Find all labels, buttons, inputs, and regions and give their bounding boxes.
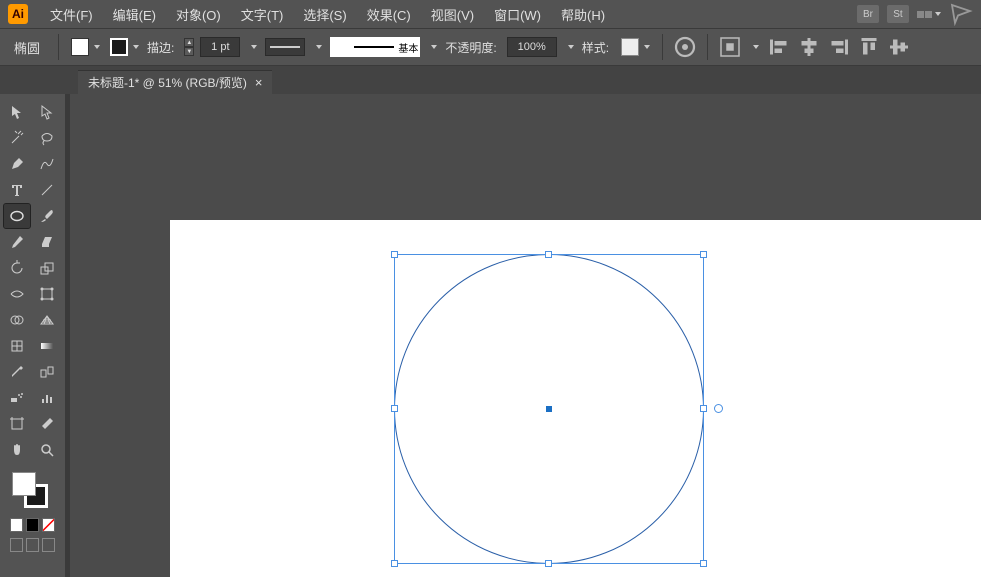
gpu-preview-icon[interactable] bbox=[949, 2, 973, 26]
stroke-weight-dropdown[interactable] bbox=[246, 43, 259, 51]
fill-indicator[interactable] bbox=[12, 472, 36, 496]
pencil-tool-icon[interactable] bbox=[4, 230, 30, 254]
line-segment-tool-icon[interactable] bbox=[34, 178, 60, 202]
draw-behind-icon[interactable] bbox=[26, 538, 39, 552]
free-transform-tool-icon[interactable] bbox=[34, 282, 60, 306]
opacity-dropdown[interactable] bbox=[563, 43, 576, 51]
zoom-tool-icon[interactable] bbox=[34, 438, 60, 462]
menu-view[interactable]: 视图(V) bbox=[421, 5, 484, 24]
align-flyout[interactable] bbox=[748, 43, 761, 51]
style-label: 样式: bbox=[582, 39, 609, 56]
stock-icon[interactable]: St bbox=[887, 5, 909, 23]
align-top-icon[interactable] bbox=[857, 35, 881, 59]
graphic-style-swatch[interactable] bbox=[619, 36, 652, 58]
menu-select[interactable]: 选择(S) bbox=[293, 5, 356, 24]
variable-width-dropdown[interactable] bbox=[311, 43, 324, 51]
perspective-grid-tool-icon[interactable] bbox=[34, 308, 60, 332]
brush-dropdown[interactable] bbox=[426, 43, 439, 51]
selection-tool-icon[interactable] bbox=[4, 100, 30, 124]
align-to-artboard-icon[interactable] bbox=[718, 35, 742, 59]
color-mode-color-icon[interactable] bbox=[10, 518, 23, 532]
arrange-documents-icon[interactable] bbox=[917, 2, 941, 26]
bridge-icon[interactable]: Br bbox=[857, 5, 879, 23]
column-graph-tool-icon[interactable] bbox=[34, 386, 60, 410]
blend-tool-icon[interactable] bbox=[34, 360, 60, 384]
handle-top-center[interactable] bbox=[545, 251, 552, 258]
canvas-area[interactable] bbox=[70, 94, 981, 577]
fill-color-swatch[interactable] bbox=[69, 36, 102, 58]
active-tool-label: 椭圆 bbox=[8, 38, 48, 57]
lasso-tool-icon[interactable] bbox=[34, 126, 60, 150]
menu-help[interactable]: 帮助(H) bbox=[551, 5, 615, 24]
gradient-tool-icon[interactable] bbox=[34, 334, 60, 358]
menu-effect[interactable]: 效果(C) bbox=[357, 5, 421, 24]
variable-width-profile[interactable] bbox=[265, 38, 305, 56]
hand-tool-icon[interactable] bbox=[4, 438, 30, 462]
opacity-label: 不透明度: bbox=[445, 39, 496, 56]
color-mode-row bbox=[4, 518, 61, 532]
pen-tool-icon[interactable] bbox=[4, 152, 30, 176]
app-logo: Ai bbox=[8, 4, 28, 24]
symbol-sprayer-tool-icon[interactable] bbox=[4, 386, 30, 410]
handle-bottom-center[interactable] bbox=[545, 560, 552, 567]
color-mode-gradient-icon[interactable] bbox=[26, 518, 39, 532]
mesh-tool-icon[interactable] bbox=[4, 334, 30, 358]
brush-definition[interactable]: 基本 bbox=[330, 37, 420, 57]
opacity-input[interactable]: 100% bbox=[507, 37, 557, 57]
color-mode-none-icon[interactable] bbox=[42, 518, 55, 532]
eraser-tool-icon[interactable] bbox=[34, 230, 60, 254]
recolor-artwork-icon[interactable] bbox=[673, 35, 697, 59]
fill-stroke-indicator[interactable] bbox=[12, 472, 48, 508]
document-tab-row: 未标题-1* @ 51% (RGB/预览) × bbox=[0, 66, 981, 94]
draw-normal-icon[interactable] bbox=[10, 538, 23, 552]
shape-builder-tool-icon[interactable] bbox=[4, 308, 30, 332]
width-tool-icon[interactable] bbox=[4, 282, 30, 306]
toolbox bbox=[0, 94, 65, 577]
stroke-weight-spinner[interactable]: ▲▼ bbox=[184, 38, 194, 56]
ellipse-tool-icon[interactable] bbox=[4, 204, 30, 228]
slice-tool-icon[interactable] bbox=[34, 412, 60, 436]
menu-bar: Ai 文件(F) 编辑(E) 对象(O) 文字(T) 选择(S) 效果(C) 视… bbox=[0, 0, 981, 28]
align-hcenter-icon[interactable] bbox=[797, 35, 821, 59]
scale-tool-icon[interactable] bbox=[34, 256, 60, 280]
rotate-tool-icon[interactable] bbox=[4, 256, 30, 280]
selection-bounding-box[interactable] bbox=[394, 254, 704, 564]
handle-mid-left[interactable] bbox=[391, 405, 398, 412]
menu-object[interactable]: 对象(O) bbox=[166, 5, 231, 24]
handle-bottom-right[interactable] bbox=[700, 560, 707, 567]
screen-mode-row bbox=[4, 538, 61, 552]
selection-center-point bbox=[546, 406, 552, 412]
magic-wand-tool-icon[interactable] bbox=[4, 126, 30, 150]
document-tab-title: 未标题-1* @ 51% (RGB/预览) bbox=[88, 74, 247, 91]
align-left-icon[interactable] bbox=[767, 35, 791, 59]
align-vcenter-icon[interactable] bbox=[887, 35, 911, 59]
handle-mid-right[interactable] bbox=[700, 405, 707, 412]
options-bar: 椭圆 描边: ▲▼ 1 pt 基本 不透明度: 100% 样式: bbox=[0, 28, 981, 66]
paintbrush-tool-icon[interactable] bbox=[34, 204, 60, 228]
reference-point-icon[interactable] bbox=[714, 404, 723, 413]
artboard-tool-icon[interactable] bbox=[4, 412, 30, 436]
eyedropper-tool-icon[interactable] bbox=[4, 360, 30, 384]
align-right-icon[interactable] bbox=[827, 35, 851, 59]
menu-edit[interactable]: 编辑(E) bbox=[103, 5, 166, 24]
close-tab-icon[interactable]: × bbox=[255, 75, 263, 90]
stroke-label: 描边: bbox=[147, 39, 174, 56]
curvature-tool-icon[interactable] bbox=[34, 152, 60, 176]
stroke-weight-input[interactable]: 1 pt bbox=[200, 37, 240, 57]
handle-top-left[interactable] bbox=[391, 251, 398, 258]
draw-inside-icon[interactable] bbox=[42, 538, 55, 552]
handle-bottom-left[interactable] bbox=[391, 560, 398, 567]
brush-label: 基本 bbox=[398, 40, 418, 55]
stroke-color-swatch[interactable] bbox=[108, 36, 141, 58]
menu-window[interactable]: 窗口(W) bbox=[484, 5, 551, 24]
menu-type[interactable]: 文字(T) bbox=[231, 5, 294, 24]
menu-file[interactable]: 文件(F) bbox=[40, 5, 103, 24]
handle-top-right[interactable] bbox=[700, 251, 707, 258]
direct-selection-tool-icon[interactable] bbox=[34, 100, 60, 124]
type-tool-icon[interactable] bbox=[4, 178, 30, 202]
document-tab[interactable]: 未标题-1* @ 51% (RGB/预览) × bbox=[78, 70, 272, 94]
